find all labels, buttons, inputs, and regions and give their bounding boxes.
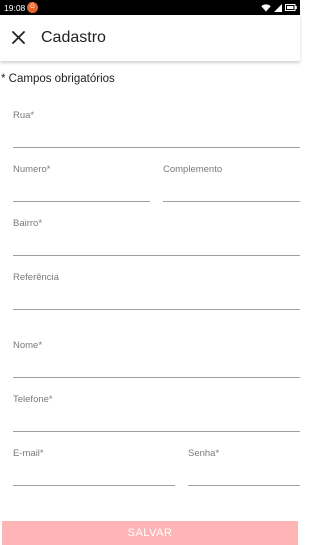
phone-input[interactable]: [13, 409, 300, 432]
name-label: Nome*: [13, 340, 43, 351]
number-label: Numero*: [13, 164, 51, 175]
email-input[interactable]: [13, 463, 175, 486]
name-field: Nome*: [13, 340, 300, 378]
email-field: E-mail*: [13, 448, 175, 486]
reference-label: Referência: [13, 272, 59, 283]
reference-input[interactable]: [13, 287, 300, 310]
neighborhood-input[interactable]: [13, 233, 300, 256]
number-field: Numero*: [13, 164, 150, 202]
notification-icon: G: [27, 2, 38, 13]
number-input[interactable]: [13, 179, 150, 202]
password-label: Senha*: [188, 448, 220, 459]
neighborhood-field: Bairro*: [13, 218, 300, 256]
app-bar: Cadastro: [0, 15, 300, 61]
wifi-icon: [261, 3, 271, 11]
phone-label: Telefone*: [13, 394, 53, 405]
status-time: 19:08: [4, 3, 26, 13]
close-button[interactable]: [7, 26, 29, 48]
complement-field: Complemento: [163, 164, 300, 202]
street-label: Rua*: [13, 110, 35, 121]
status-icons: [261, 2, 297, 13]
neighborhood-label: Bairro*: [13, 218, 43, 229]
street-field: Rua*: [13, 110, 300, 148]
required-fields-note: * Campos obrigatórios: [1, 73, 115, 85]
password-input[interactable]: [188, 463, 300, 486]
street-input[interactable]: [13, 125, 300, 148]
name-input[interactable]: [13, 355, 300, 378]
password-field: Senha*: [188, 448, 300, 486]
phone-field: Telefone*: [13, 394, 300, 432]
complement-label: Complemento: [163, 164, 223, 175]
battery-icon: [285, 4, 297, 11]
close-icon: [11, 30, 25, 44]
save-button[interactable]: SALVAR: [2, 521, 298, 545]
reference-field: Referência: [13, 272, 300, 310]
email-label: E-mail*: [13, 448, 44, 459]
complement-input[interactable]: [163, 179, 300, 202]
status-bar: 19:08 G: [0, 0, 300, 15]
page-title: Cadastro: [41, 29, 106, 46]
signal-icon: [274, 3, 282, 12]
